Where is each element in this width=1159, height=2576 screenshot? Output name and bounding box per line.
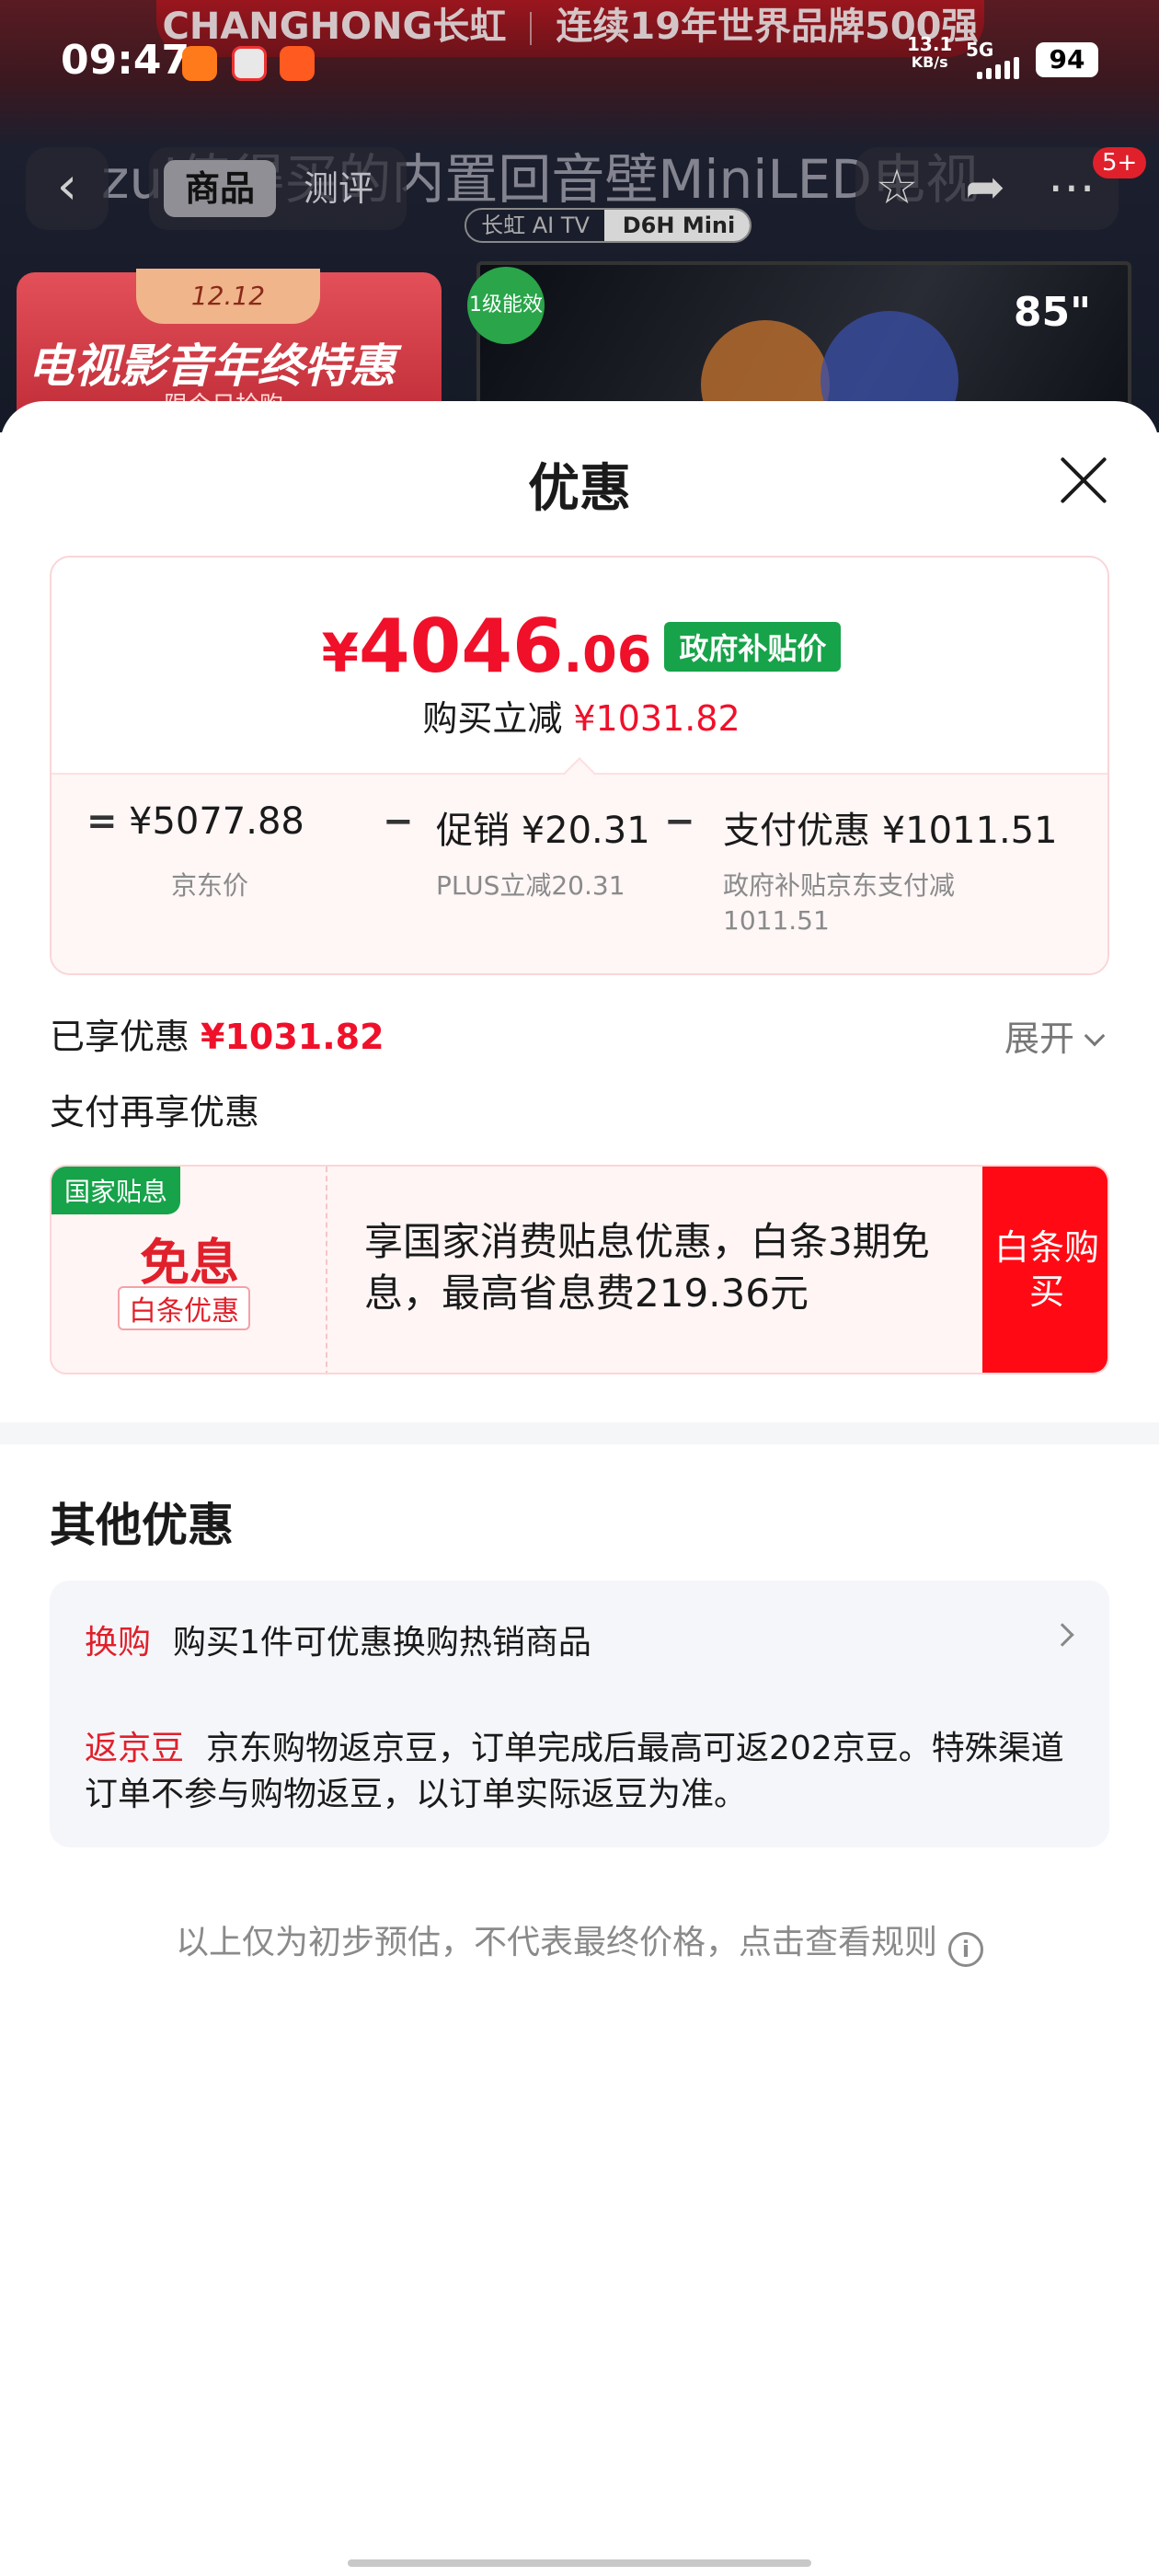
saving-label: 购买立减 (422, 698, 563, 739)
section-divider (0, 1422, 1159, 1444)
network-speed-unit: KB/s (911, 53, 948, 71)
model-name: D6H Mini (604, 210, 750, 241)
enjoyed-label: 已享优惠 (50, 1017, 190, 1057)
nav-actions: ☆ ➦ ⋯ (855, 147, 1119, 230)
favorite-star-icon[interactable]: ☆ (855, 147, 938, 230)
interest-free-offer[interactable]: 免息 白条优惠 国家贴息 享国家消费贴息优惠，白条3期免息，最高省息费219.3… (50, 1165, 1109, 1374)
minus-sign: − (664, 800, 695, 843)
payment-discount-label-line1: 政府补贴京东支付减 (723, 870, 956, 901)
trade-up-label: 换购 (85, 1624, 152, 1662)
message-count-badge: 5+ (1093, 147, 1147, 178)
offer-description: 享国家消费贴息优惠，白条3期免息，最高省息费219.36元 (364, 1219, 930, 1316)
expand-button[interactable]: 展开 (1004, 1010, 1106, 1061)
price-disclaimer[interactable]: 以上仅为初步预估，不代表最终价格，点击查看规则 i (0, 1915, 1159, 1967)
price-card: ¥4046.06 政府补贴价 购买立减 ¥1031.82 = ¥5077.88 京东… (50, 556, 1109, 975)
notification-app-icon (232, 46, 267, 81)
offer-headline: 免息 (140, 1234, 239, 1292)
promo-discount-label: PLUS立减20.31 (436, 870, 625, 901)
promo-tag: 12.12 (136, 269, 320, 324)
chevron-left-icon: ‹ (56, 156, 78, 216)
info-icon: i (948, 1932, 983, 1967)
chevron-down-icon (1084, 1025, 1106, 1047)
close-icon[interactable] (1056, 453, 1111, 508)
status-bar: 09:47 13.1 KB/s 5G 94 (0, 33, 1159, 88)
list-item-trade-up[interactable]: 换购 购买1件可优惠换购热销商品 (85, 1616, 591, 1663)
model-brand: 长虹 AI TV (481, 213, 590, 238)
network-speed: 13.1 KB/s (907, 35, 952, 72)
offer-type-badge: 白条优惠 (118, 1286, 250, 1330)
final-price: ¥4046.06 政府补贴价 (52, 604, 1107, 689)
price-breakdown: = ¥5077.88 京东价 − 促销 ¥20.31 PLUS立减20.31 −… (52, 773, 1107, 973)
back-button[interactable]: ‹ (26, 147, 109, 230)
sheet-title: 优惠 (528, 459, 631, 519)
chevron-right-icon[interactable] (1050, 1623, 1074, 1647)
price-integer: 4046 (359, 604, 564, 689)
tab-product[interactable]: 商品 (164, 160, 276, 217)
nav-tabs: 商品 测评 (149, 147, 407, 230)
payment-discount-label-line2: 1011.51 (723, 905, 830, 936)
price-decimal: .06 (563, 626, 652, 684)
model-pill: 长虹 AI TV D6H Mini (465, 208, 752, 243)
payment-discount-label: 政府补贴京东支付减 1011.51 (723, 868, 955, 938)
expand-label: 展开 (1004, 1018, 1075, 1059)
pay-more-title: 支付再享优惠 (50, 1092, 260, 1133)
other-offers-card: 换购 购买1件可优惠换购热销商品 返京豆 京东购物返京豆，订单完成后最高可返202京… (50, 1581, 1109, 1847)
share-icon[interactable]: ➦ (944, 147, 1027, 230)
payment-discount: 支付优惠 ¥1011.51 (723, 810, 1058, 852)
jd-price: ¥5077.88 (129, 800, 304, 843)
notification-app-icon (280, 46, 315, 81)
network-type: 5G (966, 39, 994, 61)
jingdou-text: 京东购物返京豆，订单完成后最高可返202京豆。特殊渠道订单不参与购物返豆，以订单… (85, 1730, 1064, 1813)
disclaimer-text: 以上仅为初步预估，不代表最终价格，点击查看规则 (175, 1924, 937, 1961)
trade-up-text: 购买1件可优惠换购热销商品 (173, 1624, 591, 1662)
gov-subsidy-tag: 政府补贴价 (664, 622, 842, 672)
enjoyed-amount: ¥1031.82 (201, 1017, 384, 1057)
battery-icon: 94 (1036, 42, 1098, 77)
home-indicator[interactable] (348, 2559, 811, 2567)
jingdou-label: 返京豆 (85, 1730, 185, 1767)
jd-price-label: 京东价 (170, 870, 248, 901)
saving-amount: ¥1031.82 (573, 698, 740, 739)
instant-saving: 购买立减 ¥1031.82 (52, 690, 1107, 741)
promo-discount: 促销 ¥20.31 (436, 810, 650, 852)
list-item-jingdou: 返京豆 京东购物返京豆，订单完成后最高可返202京豆。特殊渠道订单不参与购物返豆，… (85, 1726, 1078, 1818)
equals-sign: = (86, 800, 118, 843)
product-page-background: CHANGHONG长虹 连续19年世界品牌500强 09:47 13.1 KB/s… (0, 0, 1159, 432)
notification-app-icon (182, 46, 217, 81)
tab-review[interactable]: 测评 (304, 160, 373, 217)
currency-symbol: ¥ (321, 622, 359, 684)
minus-sign: − (383, 800, 414, 843)
baitiao-buy-button[interactable]: 白条购买 (982, 1167, 1107, 1373)
enjoyed-discount: 已享优惠 ¥1031.82 (50, 1008, 384, 1059)
other-offers-title: 其他优惠 (50, 1499, 234, 1552)
tv-size: 85" (1013, 289, 1091, 336)
national-subsidy-tag: 国家贴息 (52, 1167, 181, 1214)
discount-sheet: 优惠 ¥4046.06 政府补贴价 购买立减 ¥1031.82 = ¥5077.88… (0, 401, 1159, 2576)
energy-label: 1级能效 (467, 267, 545, 344)
status-time: 09:47 (61, 37, 190, 84)
network-speed-value: 13.1 (907, 33, 953, 55)
